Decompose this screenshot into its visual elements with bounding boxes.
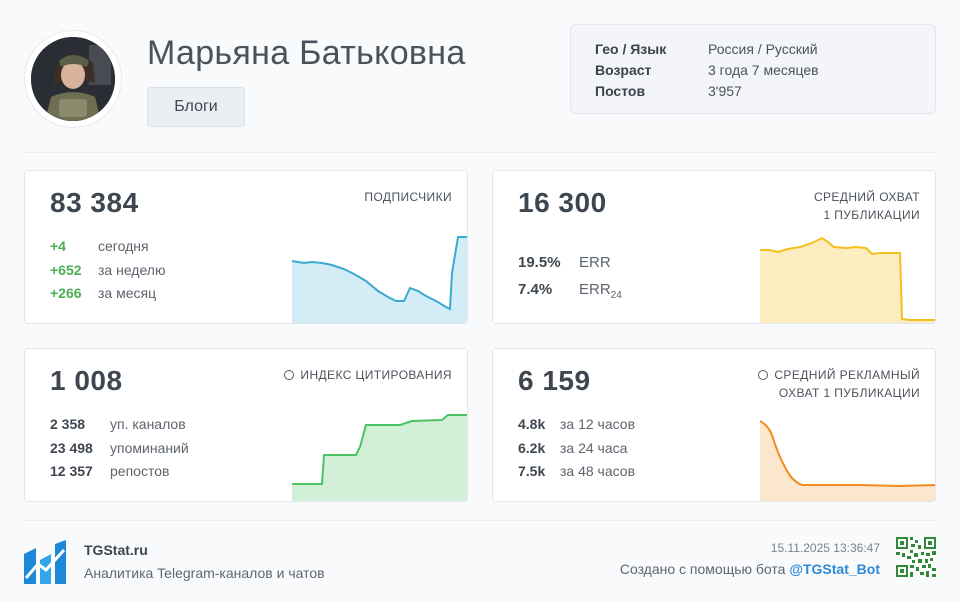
citation-title: ИНДЕКС ЦИТИРОВАНИЯ	[284, 366, 452, 384]
stat-row-month: +266 за месяц	[50, 282, 165, 306]
err-value: 19.5%	[518, 254, 561, 271]
delta-label: за месяц	[98, 285, 157, 301]
info-key: Гео / Язык	[595, 41, 667, 57]
delta-label: за неделю	[98, 261, 166, 278]
err-row: 19.5% ERR	[518, 249, 622, 276]
reach-title: СРЕДНИЙ ОХВАТ 1 ПУБЛИКАЦИИ	[814, 188, 920, 224]
stat-label: за 24 часа	[560, 439, 628, 456]
channel-info-panel: Гео / Язык Россия / Русский Возраст 3 го…	[570, 24, 936, 114]
reach-title-line1: СРЕДНИЙ ОХВАТ	[813, 190, 920, 204]
stat-label: за 12 часов	[560, 416, 636, 432]
stat-row-reposts: 12 357 репостов	[50, 460, 189, 484]
err24-value: 7.4%	[518, 281, 553, 298]
err24-label-text: ERR	[579, 281, 611, 298]
err24-row: 7.4% ERR24	[518, 276, 622, 303]
subscribers-title: ПОДПИСЧИКИ	[364, 188, 452, 206]
subscribers-card: 83 384 ПОДПИСЧИКИ +4 сегодня +652 за нед…	[24, 170, 468, 324]
ad-reach-title-line1: СРЕДНИЙ РЕКЛАМНЫЙ	[758, 366, 920, 384]
stat-row-24h: 6.2k за 24 часа	[518, 437, 635, 461]
subscribers-stats: +4 сегодня +652 за неделю +266 за месяц	[50, 235, 165, 306]
avatar-photo	[31, 37, 115, 121]
citation-sparkline	[292, 414, 467, 501]
stat-value: 23 498	[50, 439, 93, 456]
info-icon[interactable]	[758, 370, 769, 380]
stat-label: за 48 часов	[560, 463, 636, 479]
category-button[interactable]: Блоги	[147, 87, 245, 127]
ad-reach-value: 6 159	[518, 365, 591, 396]
stat-value: 12 357	[50, 463, 93, 479]
ad-reach-stats: 4.8k за 12 часов 6.2k за 24 часа 7.5k за…	[518, 413, 635, 484]
info-value: 3'957	[708, 83, 742, 99]
stat-value: 7.5k	[518, 463, 546, 479]
stat-row-mentions: 23 498 упоминаний	[50, 437, 189, 461]
stat-label: уп. каналов	[110, 416, 186, 432]
ad-reach-title-line1-text: СРЕДНИЙ РЕКЛАМНЫЙ	[774, 368, 920, 382]
stat-value: 4.8k	[518, 416, 546, 432]
credit-line: Создано с помощью бота @TGStat_Bot	[620, 561, 880, 577]
citation-card: 1 008 ИНДЕКС ЦИТИРОВАНИЯ 2 358 уп. канал…	[24, 348, 468, 502]
info-value: Россия / Русский	[708, 41, 818, 57]
subscribers-title-text: ПОДПИСЧИКИ	[364, 190, 452, 204]
channel-name: Марьяна Батьковна	[147, 34, 466, 72]
info-row-geo: Гео / Язык Россия / Русский	[595, 39, 935, 60]
header-divider	[24, 152, 936, 153]
stat-row-12h: 4.8k за 12 часов	[518, 413, 635, 437]
delta-value: +4	[50, 238, 66, 254]
brand-tagline: Аналитика Telegram-каналов и чатов	[84, 565, 325, 581]
info-key: Возраст	[595, 62, 652, 78]
stat-row-channels: 2 358 уп. каналов	[50, 413, 189, 437]
qr-code-icon[interactable]	[896, 537, 936, 577]
bot-link[interactable]: @TGStat_Bot	[789, 561, 880, 577]
reach-stats: 19.5% ERR 7.4% ERR24	[518, 249, 622, 303]
reach-value: 16 300	[518, 187, 607, 218]
ad-reach-card: 6 159 СРЕДНИЙ РЕКЛАМНЫЙ ОХВАТ 1 ПУБЛИКАЦ…	[492, 348, 936, 502]
subscribers-sparkline	[292, 236, 467, 323]
info-value: 3 года 7 месяцев	[708, 62, 819, 78]
info-row-age: Возраст 3 года 7 месяцев	[595, 60, 935, 81]
delta-value: +266	[50, 285, 82, 301]
reach-card: 16 300 СРЕДНИЙ ОХВАТ 1 ПУБЛИКАЦИИ 19.5% …	[492, 170, 936, 324]
citation-stats: 2 358 уп. каналов 23 498 упоминаний 12 3…	[50, 413, 189, 484]
stat-value: 2 358	[50, 416, 86, 432]
delta-label: сегодня	[98, 238, 149, 254]
info-icon[interactable]	[284, 370, 295, 380]
err-label: ERR	[579, 254, 611, 271]
info-key: Постов	[595, 83, 646, 99]
delta-value: +652	[50, 261, 82, 278]
subscribers-value: 83 384	[50, 187, 139, 218]
ad-reach-sparkline	[760, 420, 935, 501]
reach-sparkline	[760, 236, 935, 323]
err24-subscript: 24	[610, 290, 622, 301]
footer-divider	[24, 520, 936, 521]
ad-reach-title: СРЕДНИЙ РЕКЛАМНЫЙ ОХВАТ 1 ПУБЛИКАЦИИ	[758, 366, 920, 402]
brand-name[interactable]: TGStat.ru	[84, 542, 148, 558]
tgstat-logo-icon	[24, 540, 66, 584]
citation-value: 1 008	[50, 365, 123, 396]
stat-value: 6.2k	[518, 439, 546, 456]
stat-row-week: +652 за неделю	[50, 259, 165, 283]
avatar	[24, 30, 122, 128]
stat-row-today: +4 сегодня	[50, 235, 165, 259]
stat-label: упоминаний	[110, 439, 189, 456]
credit-prefix: Создано с помощью бота	[619, 561, 786, 577]
err24-label: ERR24	[579, 276, 622, 303]
info-row-posts: Постов 3'957	[595, 81, 935, 102]
generated-timestamp: 15.11.2025 13:36:47	[770, 541, 880, 555]
stat-row-48h: 7.5k за 48 часов	[518, 460, 635, 484]
citation-title-text: ИНДЕКС ЦИТИРОВАНИЯ	[300, 368, 452, 382]
stat-label: репостов	[110, 463, 170, 479]
